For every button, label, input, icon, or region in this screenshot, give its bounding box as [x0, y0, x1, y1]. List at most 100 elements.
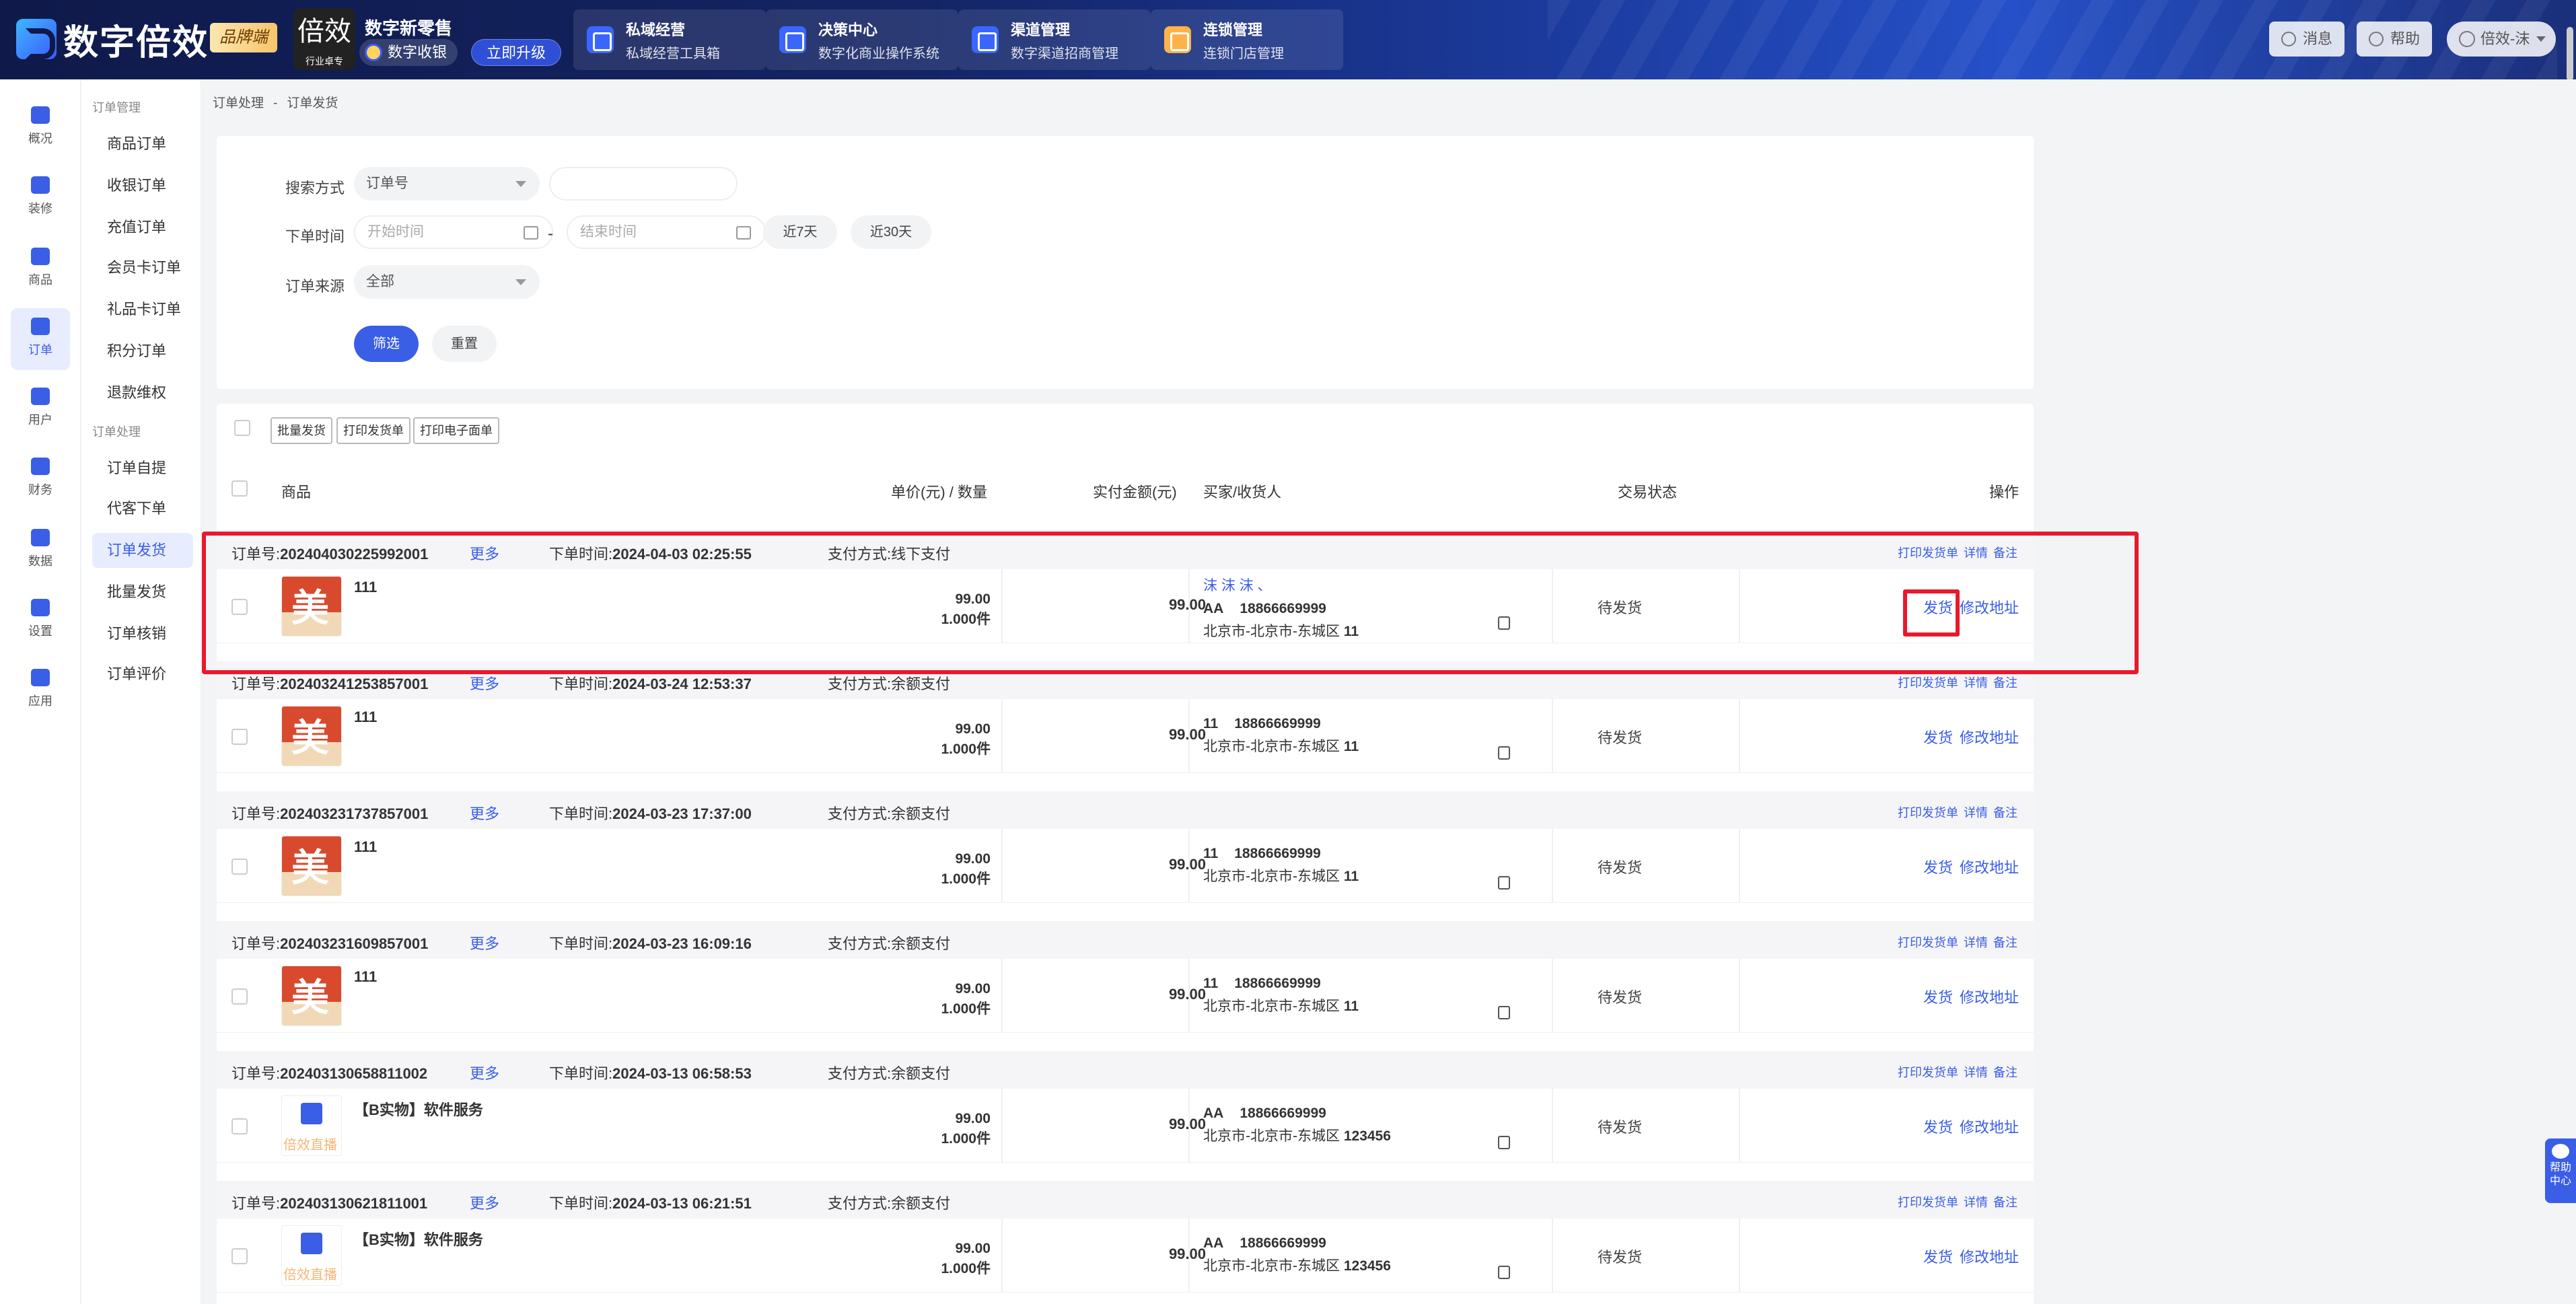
order-source-select[interactable]: 全部: [354, 265, 540, 299]
nav-goods[interactable]: 商品: [11, 238, 70, 300]
module-channel[interactable]: 渠道管理 数字渠道招商管理: [958, 9, 1151, 70]
edit-address-button[interactable]: 修改地址: [1960, 989, 2019, 1006]
product-thumbnail[interactable]: [281, 836, 342, 896]
logo[interactable]: 数字倍效: [16, 15, 209, 63]
order-more-link[interactable]: 更多: [470, 932, 499, 953]
filter-button[interactable]: 筛选: [354, 326, 419, 362]
upgrade-button[interactable]: 立即升级: [471, 39, 562, 66]
product-thumbnail[interactable]: [281, 966, 342, 1026]
start-time-input[interactable]: 开始时间: [354, 215, 553, 249]
pay-method: 支付方式:余额支付: [828, 672, 950, 694]
submenu-item-recharge-orders[interactable]: 充值订单: [92, 210, 193, 245]
print-shipping-link[interactable]: 打印发货单: [1898, 936, 1958, 949]
store-avatar[interactable]: 倍效 行业卓专: [293, 8, 355, 70]
product-name[interactable]: 111: [354, 709, 377, 726]
copy-icon[interactable]: [1498, 746, 1510, 760]
copy-icon[interactable]: [1498, 1006, 1510, 1019]
ship-button[interactable]: 发货: [1923, 1249, 1953, 1266]
product-thumbnail[interactable]: [281, 1225, 342, 1286]
note-link[interactable]: 备注: [1993, 1196, 2017, 1209]
note-link[interactable]: 备注: [1993, 806, 2017, 820]
print-shipping-list-button[interactable]: 打印发货单: [336, 417, 410, 444]
order-more-link[interactable]: 更多: [470, 672, 499, 694]
module-private-domain[interactable]: 私域经营 私域经营工具箱: [573, 9, 766, 70]
submenu-item-goods-orders[interactable]: 商品订单: [92, 126, 193, 161]
nav-settings[interactable]: 设置: [11, 589, 70, 651]
module-decision-center[interactable]: 决策中心 数字化商业操作系统: [766, 9, 958, 70]
ship-button[interactable]: 发货: [1923, 859, 1953, 876]
edit-address-button[interactable]: 修改地址: [1960, 1119, 2019, 1136]
order-checkbox[interactable]: [231, 1248, 248, 1264]
search-input[interactable]: [549, 167, 738, 201]
copy-icon[interactable]: [1498, 876, 1510, 890]
note-link[interactable]: 备注: [1993, 676, 2017, 690]
search-type-select[interactable]: 订单号: [354, 167, 540, 201]
detail-link[interactable]: 详情: [1964, 1196, 1988, 1209]
nav-apps[interactable]: 应用: [11, 659, 70, 721]
nav-data[interactable]: 数据: [11, 519, 70, 581]
print-waybill-button[interactable]: 打印电子面单: [413, 417, 499, 444]
submenu-item-points-orders[interactable]: 积分订单: [92, 334, 193, 369]
copy-icon[interactable]: [1498, 1266, 1510, 1279]
scrollbar[interactable]: [2567, 27, 2573, 79]
detail-link[interactable]: 详情: [1964, 806, 1988, 820]
batch-ship-button[interactable]: 批量发货: [271, 417, 332, 444]
end-time-input[interactable]: 结束时间: [567, 215, 766, 249]
nav-user[interactable]: 用户: [11, 378, 70, 440]
reset-button[interactable]: 重置: [432, 326, 497, 362]
order-more-link[interactable]: 更多: [470, 802, 499, 824]
submenu-item-shipping[interactable]: 订单发货: [92, 533, 193, 568]
breadcrumb-level1[interactable]: 订单处理: [213, 96, 264, 110]
help-center-float-button[interactable]: 帮助中心: [2545, 1138, 2576, 1203]
product-name[interactable]: 111: [354, 968, 377, 986]
copy-icon[interactable]: [1498, 1136, 1510, 1149]
product-name[interactable]: 【B实物】软件服务: [354, 1228, 483, 1249]
last-30-days-button[interactable]: 近30天: [851, 215, 931, 249]
ship-button[interactable]: 发货: [1923, 989, 1953, 1006]
nav-decorate[interactable]: 装修: [11, 167, 70, 229]
last-7-days-button[interactable]: 近7天: [763, 215, 837, 249]
print-shipping-link[interactable]: 打印发货单: [1898, 1196, 1958, 1209]
order-checkbox[interactable]: [231, 1118, 248, 1134]
detail-link[interactable]: 详情: [1964, 1066, 1988, 1079]
select-all-checkbox[interactable]: [234, 420, 250, 436]
print-shipping-link[interactable]: 打印发货单: [1898, 676, 1958, 690]
module-chain[interactable]: 连锁管理 连锁门店管理: [1151, 9, 1343, 70]
order-more-link[interactable]: 更多: [470, 1062, 499, 1083]
nav-finance[interactable]: 财务: [11, 448, 70, 510]
submenu-item-refunds[interactable]: 退款维权: [92, 375, 193, 410]
submenu-item-cashier-orders[interactable]: 收银订单: [92, 168, 193, 203]
edit-address-button[interactable]: 修改地址: [1960, 1249, 2019, 1266]
edit-address-button[interactable]: 修改地址: [1960, 859, 2019, 876]
print-shipping-link[interactable]: 打印发货单: [1898, 1066, 1958, 1079]
note-link[interactable]: 备注: [1993, 936, 2017, 949]
order-checkbox[interactable]: [231, 859, 248, 875]
header-checkbox[interactable]: [231, 480, 248, 497]
submenu-item-verification[interactable]: 订单核销: [92, 616, 193, 651]
nav-overview[interactable]: 概况: [11, 97, 70, 159]
submenu-item-batch-ship[interactable]: 批量发货: [92, 575, 193, 610]
submenu-item-membercard-orders[interactable]: 会员卡订单: [92, 250, 193, 285]
order-more-link[interactable]: 更多: [470, 1192, 499, 1213]
ship-button[interactable]: 发货: [1923, 1119, 1953, 1136]
submenu-item-giftcard-orders[interactable]: 礼品卡订单: [92, 292, 193, 327]
print-shipping-link[interactable]: 打印发货单: [1898, 806, 1958, 820]
product-name[interactable]: 【B实物】软件服务: [354, 1098, 483, 1120]
order-checkbox[interactable]: [231, 729, 248, 745]
order-checkbox[interactable]: [231, 988, 248, 1005]
message-button[interactable]: 消息: [2269, 22, 2345, 57]
product-thumbnail[interactable]: [281, 706, 342, 766]
edit-address-button[interactable]: 修改地址: [1960, 729, 2019, 746]
user-menu[interactable]: 倍效-沫: [2447, 22, 2556, 57]
ship-button[interactable]: 发货: [1923, 729, 1953, 746]
product-thumbnail[interactable]: [281, 1095, 342, 1156]
submenu-item-reviews[interactable]: 订单评价: [92, 657, 193, 692]
note-link[interactable]: 备注: [1993, 1066, 2017, 1079]
detail-link[interactable]: 详情: [1964, 936, 1988, 949]
submenu-item-proxy-order[interactable]: 代客下单: [92, 491, 193, 526]
submenu-item-pickup[interactable]: 订单自提: [92, 451, 193, 486]
help-button[interactable]: 帮助: [2357, 22, 2433, 57]
detail-link[interactable]: 详情: [1964, 676, 1988, 690]
nav-order[interactable]: 订单: [11, 308, 70, 370]
product-name[interactable]: 111: [354, 838, 377, 856]
